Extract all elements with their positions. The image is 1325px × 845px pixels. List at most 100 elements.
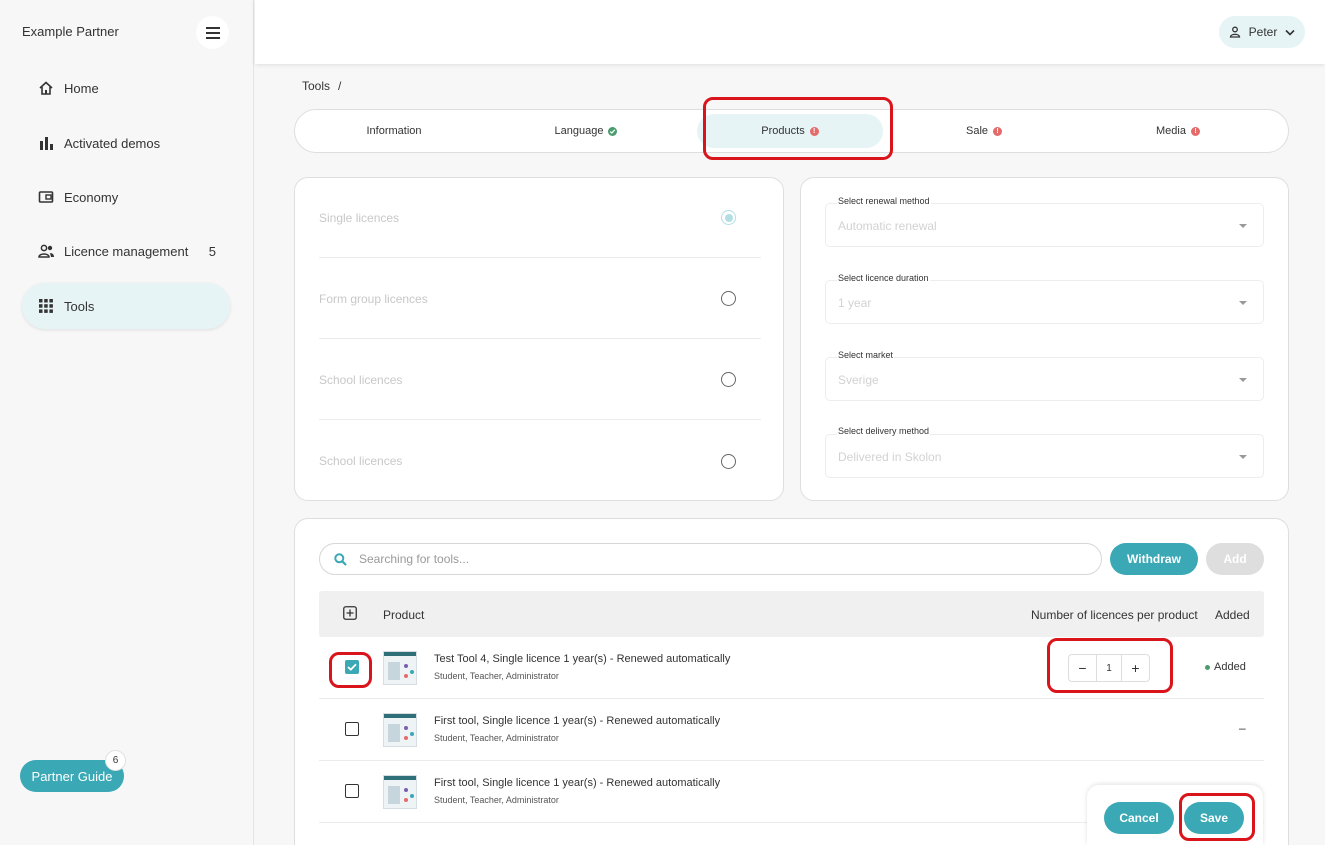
- licence-option[interactable]: School licences: [319, 340, 761, 420]
- licence-option[interactable]: Single licences: [319, 178, 761, 258]
- sidebar-item-label: Economy: [64, 189, 119, 205]
- status-text: –: [1239, 721, 1246, 735]
- radio-button[interactable]: [721, 453, 736, 469]
- licence-count-badge: 5: [208, 243, 216, 259]
- tab-products[interactable]: Products !: [697, 114, 883, 148]
- licence-option-label: Single licences: [319, 210, 400, 225]
- sidebar-item-label: Tools: [64, 298, 95, 314]
- quantity-value[interactable]: 1: [1096, 655, 1122, 681]
- licence-duration-select[interactable]: 1 year: [825, 280, 1264, 324]
- breadcrumb-tools[interactable]: Tools: [302, 79, 330, 93]
- tab-label: Information: [366, 125, 422, 137]
- product-roles: Student, Teacher, Administrator: [434, 795, 559, 805]
- radio-selected[interactable]: [721, 210, 736, 225]
- radio-button[interactable]: [721, 291, 736, 306]
- user-icon: [1229, 26, 1240, 38]
- user-name: Peter: [1248, 25, 1278, 39]
- table-row: First tool, Single licence 1 year(s) - R…: [319, 699, 1264, 761]
- brand-name: Example Partner: [22, 24, 119, 39]
- breadcrumb: Tools /: [302, 79, 341, 93]
- sidebar-item-tools[interactable]: Tools: [22, 283, 230, 329]
- select-label: Select delivery method: [837, 426, 931, 436]
- market-select[interactable]: Sverige: [825, 357, 1264, 401]
- licence-option-label: Form group licences: [319, 291, 428, 306]
- licence-type-panel: Single licences Form group licences Scho…: [294, 177, 784, 501]
- menu-toggle-button[interactable]: [196, 16, 229, 49]
- radio-button[interactable]: [721, 372, 736, 387]
- home-icon: [37, 79, 55, 97]
- sidebar-item-label: Licence management: [64, 243, 189, 259]
- sidebar-item-label: Activated demos: [64, 135, 161, 151]
- product-name: First tool, Single licence 1 year(s) - R…: [434, 715, 721, 727]
- status-text: Added: [1214, 661, 1246, 673]
- column-licences: Number of licences per product: [1031, 608, 1198, 622]
- tab-media[interactable]: Media !: [1083, 114, 1273, 148]
- row-checkbox[interactable]: [345, 722, 359, 736]
- error-icon: !: [1190, 126, 1200, 136]
- tab-information[interactable]: Information: [299, 114, 489, 148]
- save-button[interactable]: Save: [1184, 802, 1244, 834]
- search-input[interactable]: Searching for tools...: [319, 543, 1102, 575]
- wallet-icon: [37, 188, 55, 206]
- select-label: Select licence duration: [837, 273, 930, 283]
- action-bar: Cancel Save: [1087, 785, 1263, 845]
- caret-down-icon: [1239, 301, 1247, 305]
- licence-option[interactable]: School licences: [319, 421, 761, 501]
- user-menu-button[interactable]: Peter: [1219, 16, 1305, 48]
- product-name: First tool, Single licence 1 year(s) - R…: [434, 777, 721, 789]
- product-thumbnail: [383, 775, 417, 809]
- row-checkbox[interactable]: [345, 660, 359, 674]
- table-row: Test Tool 4, Single licence 1 year(s) - …: [319, 637, 1264, 699]
- tab-label: Language: [554, 125, 604, 137]
- partner-guide-badge: 6: [105, 750, 126, 771]
- status-badge: Added: [1205, 661, 1246, 673]
- caret-down-icon: [1239, 378, 1247, 382]
- select-label: Select renewal method: [837, 196, 931, 206]
- product-thumbnail: [383, 651, 417, 685]
- tab-language[interactable]: Language: [491, 114, 681, 148]
- grid-icon: [37, 297, 55, 315]
- caret-down-icon: [1239, 455, 1247, 459]
- column-added: Added: [1215, 608, 1250, 622]
- tab-label: Sale: [965, 125, 989, 137]
- minus-icon[interactable]: −: [1069, 655, 1096, 681]
- sidebar-item-label: Home: [64, 80, 99, 96]
- sidebar: Example Partner Home Activated demos Eco…: [0, 0, 254, 845]
- search-placeholder: Searching for tools...: [359, 552, 470, 566]
- delivery-method-select[interactable]: Delivered in Skolon: [825, 434, 1264, 478]
- column-product: Product: [383, 608, 425, 622]
- row-checkbox[interactable]: [345, 784, 359, 798]
- expand-all-icon[interactable]: [343, 606, 357, 620]
- product-name: Test Tool 4, Single licence 1 year(s) - …: [434, 653, 731, 665]
- select-value: Delivered in Skolon: [838, 450, 942, 464]
- withdraw-button[interactable]: Withdraw: [1110, 543, 1198, 575]
- product-thumbnail: [383, 713, 417, 747]
- plus-icon[interactable]: +: [1122, 655, 1149, 681]
- quantity-stepper[interactable]: − 1 +: [1068, 654, 1150, 682]
- search-icon: [334, 552, 347, 566]
- breadcrumb-separator: /: [338, 79, 342, 93]
- products-table-header: Product Number of licences per product A…: [319, 591, 1264, 637]
- tab-label: Media: [1156, 125, 1186, 137]
- product-roles: Student, Teacher, Administrator: [434, 671, 559, 681]
- cancel-button[interactable]: Cancel: [1104, 802, 1174, 834]
- chevron-down-icon: [1285, 29, 1295, 36]
- bar-chart-icon: [37, 134, 55, 152]
- licence-option-label: School licences: [319, 372, 403, 387]
- licence-option[interactable]: Form group licences: [319, 259, 761, 339]
- renewal-method-select[interactable]: Automatic renewal: [825, 203, 1264, 247]
- error-icon: !: [809, 126, 819, 136]
- select-value: 1 year: [838, 296, 872, 310]
- sidebar-item-home[interactable]: Home: [22, 65, 230, 111]
- select-value: Automatic renewal: [838, 219, 937, 233]
- topbar: Peter: [255, 0, 1325, 64]
- sidebar-item-licence-management[interactable]: Licence management 5: [22, 228, 230, 274]
- product-roles: Student, Teacher, Administrator: [434, 733, 559, 743]
- tab-label: Products: [761, 125, 805, 137]
- select-value: Sverige: [838, 373, 879, 387]
- tab-sale[interactable]: Sale !: [889, 114, 1079, 148]
- sidebar-item-economy[interactable]: Economy: [22, 174, 230, 220]
- sidebar-item-activated-demos[interactable]: Activated demos: [22, 120, 230, 166]
- add-button[interactable]: Add: [1206, 543, 1264, 575]
- licence-settings-panel: Automatic renewal Select renewal method …: [800, 177, 1289, 501]
